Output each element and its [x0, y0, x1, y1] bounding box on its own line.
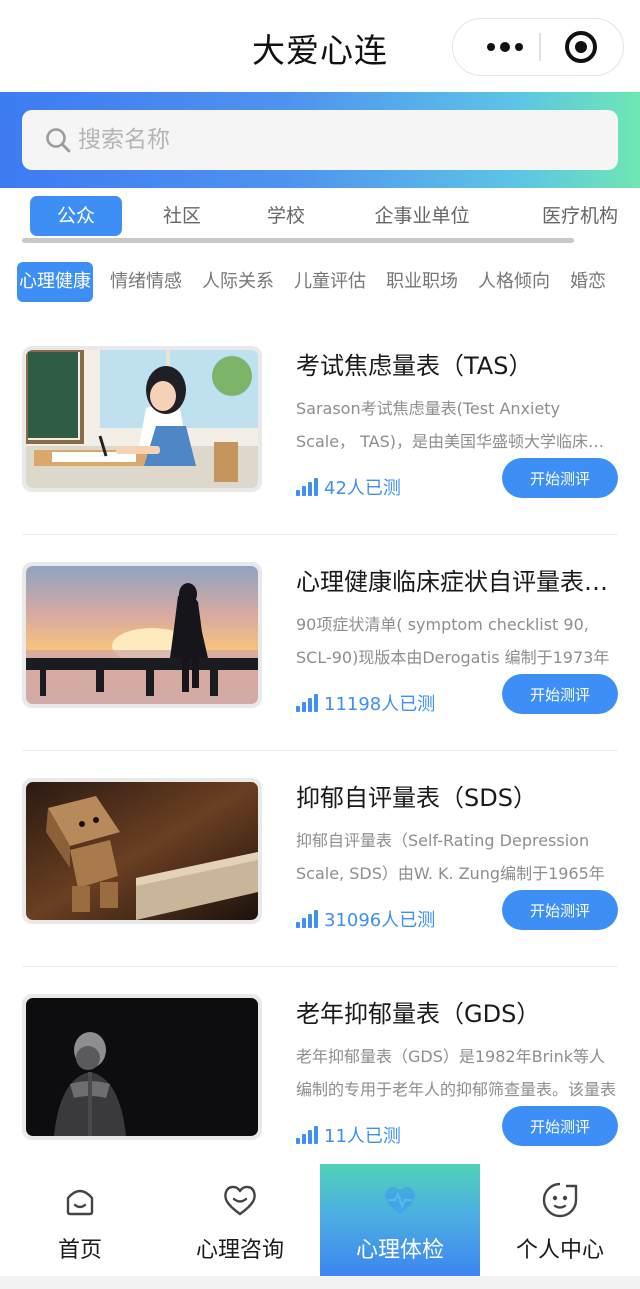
nav-profile[interactable]: 个人中心: [480, 1164, 640, 1276]
assessment-item[interactable]: 心理健康临床症状自评量表（SCL-90） 90项症状清单( symptom ch…: [0, 562, 640, 778]
close-target-icon[interactable]: [565, 31, 597, 63]
signal-bars-icon: [296, 694, 318, 712]
mini-program-capsule: [452, 18, 624, 76]
test-count: 31096人已测: [296, 906, 435, 932]
test-count: 42人已测: [296, 474, 401, 500]
assessment-thumbnail: [22, 778, 262, 924]
assessment-description: 老年抑郁量表（GDS）是1982年Brink等人编制的专用于老年人的抑郁筛查量表…: [296, 1047, 617, 1099]
sunset-silhouette-photo: [26, 566, 258, 704]
profile-face-icon: [542, 1182, 578, 1218]
subtab-personality[interactable]: 人格倾向: [478, 262, 550, 302]
title-bar: 大爱心连: [0, 0, 640, 92]
bottom-tab-bar: 首页 心理咨询 心理体检 个人中心: [0, 1164, 640, 1276]
nav-checkup-label: 心理体检: [355, 1238, 444, 1263]
tab-medical[interactable]: 医疗机构: [530, 196, 630, 236]
assessment-title: 心理健康临床症状自评量表（SCL-90）: [296, 568, 616, 596]
subtab-relationships[interactable]: 人际关系: [202, 262, 274, 302]
start-assessment-button[interactable]: 开始测评: [502, 1106, 618, 1146]
start-assessment-button[interactable]: 开始测评: [502, 674, 618, 714]
cardboard-robot-photo: [26, 782, 258, 920]
subtab-child-assessment[interactable]: 儿童评估: [294, 262, 366, 302]
search-box[interactable]: [22, 110, 618, 170]
assessment-title: 抑郁自评量表（SDS）: [296, 784, 537, 812]
test-count-label: 11人已测: [324, 1126, 401, 1147]
nav-home[interactable]: 首页: [0, 1164, 160, 1276]
assessment-description: Sarason考试焦虑量表(Test Anxiety Scale， TAS)，是…: [296, 399, 620, 451]
signal-bars-icon: [296, 1126, 318, 1144]
subtab-mental-health[interactable]: 心理健康: [17, 262, 93, 302]
search-icon: [46, 128, 71, 153]
bottom-safe-area: [0, 1276, 640, 1289]
assessment-thumbnail: [22, 346, 262, 492]
tab-community[interactable]: 社区: [146, 196, 218, 236]
nav-home-label: 首页: [57, 1238, 102, 1263]
search-header: [0, 92, 640, 188]
list-divider: [22, 750, 618, 751]
assessment-title: 老年抑郁量表（GDS）: [296, 1000, 541, 1028]
tab-public[interactable]: 公众: [30, 196, 122, 236]
nav-checkup[interactable]: 心理体检: [320, 1164, 480, 1276]
tab-scroll-indicator: [22, 238, 574, 243]
heart-icon: [224, 1185, 256, 1216]
nav-counseling-label: 心理咨询: [195, 1238, 284, 1263]
list-divider: [22, 966, 618, 967]
start-assessment-button[interactable]: 开始测评: [502, 890, 618, 930]
heartbeat-icon: [385, 1186, 415, 1214]
home-face-icon: [66, 1189, 94, 1216]
test-count-label: 11198人已测: [324, 694, 436, 715]
assessment-title: 考试焦虑量表（TAS）: [296, 352, 533, 380]
subtab-emotion[interactable]: 情绪情感: [110, 262, 182, 302]
subtab-marriage[interactable]: 婚恋: [570, 262, 606, 302]
test-count-label: 31096人已测: [324, 910, 436, 931]
signal-bars-icon: [296, 910, 318, 928]
girl-exam-illustration: [26, 350, 258, 488]
test-count-label: 42人已测: [324, 478, 401, 499]
subtab-career[interactable]: 职业职场: [386, 262, 458, 302]
nav-profile-label: 个人中心: [515, 1238, 604, 1263]
nav-counseling[interactable]: 心理咨询: [160, 1164, 320, 1276]
capsule-divider: [539, 33, 541, 61]
assessment-item[interactable]: 抑郁自评量表（SDS） 抑郁自评量表（Self-Rating Depressio…: [0, 778, 640, 994]
test-count: 11人已测: [296, 1122, 401, 1148]
signal-bars-icon: [296, 478, 318, 496]
start-assessment-button[interactable]: 开始测评: [502, 458, 618, 498]
elderly-man-photo: [26, 998, 258, 1136]
tab-school[interactable]: 学校: [250, 196, 322, 236]
tab-enterprise[interactable]: 企事业单位: [360, 196, 484, 236]
more-icon[interactable]: [475, 19, 535, 75]
assessment-thumbnail: [22, 994, 262, 1140]
assessment-item[interactable]: 考试焦虑量表（TAS） Sarason考试焦虑量表(Test Anxiety S…: [0, 346, 640, 562]
list-divider: [22, 534, 618, 535]
assessment-description: 抑郁自评量表（Self-Rating Depression Scale, SDS…: [296, 831, 605, 883]
sub-category-tabs: 心理健康 情绪情感 人际关系 儿童评估 职业职场 人格倾向 婚恋: [0, 258, 620, 306]
test-count: 11198人已测: [296, 690, 435, 716]
search-input[interactable]: [78, 110, 598, 170]
assessment-description: 90项症状清单( symptom checklist 90, SCL-90)现版…: [296, 615, 610, 667]
assessment-thumbnail: [22, 562, 262, 708]
